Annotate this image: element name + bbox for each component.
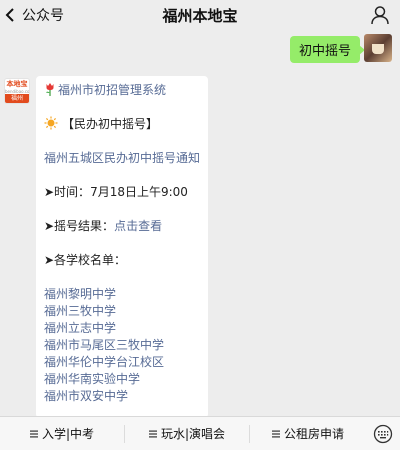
school-link[interactable]: 福州华南实验中学	[44, 371, 208, 388]
section-line: 【民办初中摇号】	[44, 116, 208, 133]
school-link[interactable]: 福州三牧中学	[44, 303, 208, 320]
chevron-left-icon	[5, 8, 14, 22]
notice-link[interactable]: 福州五城区民办初中摇号通知	[44, 150, 208, 167]
avatar-city: 福州	[5, 94, 29, 103]
back-label: 公众号	[22, 8, 64, 24]
menu-item-label: 入学|中考	[41, 427, 95, 441]
menu-item-enrollment[interactable]: 入学|中考	[0, 417, 124, 450]
keyboard-toggle[interactable]	[366, 417, 400, 450]
time-label: ➤时间：	[44, 185, 91, 199]
time-line: ➤时间：7月18日上午9:00	[44, 184, 208, 201]
tulip-icon	[46, 83, 54, 96]
hamburger-icon	[29, 430, 38, 437]
school-link[interactable]: 福州立志中学	[44, 320, 208, 337]
system-line: 福州市初招管理系统	[44, 82, 208, 99]
hamburger-icon	[148, 430, 157, 437]
outgoing-message[interactable]: 初中摇号	[289, 36, 366, 63]
menu-item-label: 公租房申请	[283, 427, 344, 441]
school-link[interactable]: 福州市马尾区三牧中学	[44, 337, 208, 354]
back-button[interactable]: 公众号	[4, 4, 64, 26]
time-value: 7月18日上午9:00	[90, 185, 188, 199]
schools-label: ➤各学校名单：	[44, 253, 127, 267]
school-link[interactable]: 福州华伦中学台江校区	[44, 354, 208, 371]
menu-item-water-concert[interactable]: 玩水|演唱会	[125, 417, 249, 450]
menu-item-public-housing[interactable]: 公租房申请	[250, 417, 366, 450]
menu-item-label: 玩水|演唱会	[160, 427, 226, 441]
result-line: ➤摇号结果：点击查看	[44, 218, 208, 235]
result-label: ➤摇号结果：	[44, 219, 115, 233]
sun-icon	[44, 116, 58, 130]
account-avatar[interactable]: 本地宝 bendibao.com 福州	[4, 78, 30, 104]
my-avatar[interactable]	[364, 34, 392, 62]
bottom-menu: 入学|中考 玩水|演唱会 公租房申请	[0, 416, 400, 450]
user-icon[interactable]	[370, 5, 390, 25]
keyboard-icon	[373, 424, 393, 443]
result-link[interactable]: 点击查看	[114, 219, 162, 233]
avatar-brand: 本地宝	[6, 80, 28, 88]
hamburger-icon	[271, 430, 280, 437]
avatar-image	[372, 44, 384, 54]
top-bar: 公众号 福州本地宝	[0, 0, 400, 30]
section-title: 【民办初中摇号】	[62, 117, 159, 131]
system-link[interactable]: 福州市初招管理系统	[58, 83, 166, 97]
incoming-message-card: 福州市初招管理系统 【民办初中摇号】 福州五城区民办初中摇号通知 ➤时间：7月1…	[36, 76, 208, 418]
school-link[interactable]: 福州黎明中学	[44, 286, 208, 303]
school-link[interactable]: 福州市双安中学	[44, 388, 208, 405]
